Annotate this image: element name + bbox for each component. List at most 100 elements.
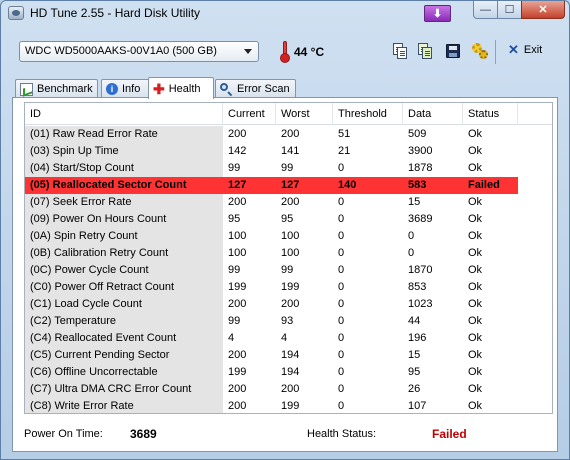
column-header-threshold[interactable]: Threshold <box>333 103 403 125</box>
table-row-failed[interactable]: (05) Reallocated Sector Count 127 127 140 58… <box>25 177 552 194</box>
tab-health[interactable]: ✚ Health <box>148 77 214 99</box>
cell-worst: 199 <box>281 400 300 412</box>
table-row[interactable]: (03) Spin Up Time 142 141 21 3900 Ok <box>25 143 552 160</box>
cell-status: Ok <box>468 230 483 242</box>
copy-screenshot-icon[interactable] <box>416 42 434 60</box>
exit-button[interactable]: ✕ Exit <box>508 42 542 57</box>
cell-id: (C4) Reallocated Event Count <box>25 330 223 347</box>
column-header-status[interactable]: Status <box>463 103 518 125</box>
cell-data: 3689 <box>408 213 433 225</box>
tab-label: Health <box>168 82 201 95</box>
cell-data: 107 <box>408 400 427 412</box>
cell-status: Ok <box>468 213 483 225</box>
cell-data: 1878 <box>408 162 433 174</box>
title-bar: HD Tune 2.55 - Hard Disk Utility ⬇ — ☐ ✕ <box>1 1 569 25</box>
copy-text-icon[interactable] <box>391 42 409 60</box>
cell-threshold: 0 <box>338 298 345 310</box>
column-header-id[interactable]: ID <box>25 103 223 125</box>
cell-id: (0B) Calibration Retry Count <box>25 245 223 262</box>
cell-id: (07) Seek Error Rate <box>25 194 223 211</box>
cell-worst: 200 <box>281 196 300 208</box>
table-row[interactable]: (C0) Power Off Retract Count 199 199 0 853 Ok <box>25 279 552 296</box>
cell-status: Ok <box>468 400 483 412</box>
tab-error-scan[interactable]: Error Scan <box>215 79 296 98</box>
cell-id: (03) Spin Up Time <box>25 143 223 160</box>
cell-current: 95 <box>228 213 241 225</box>
cell-data: 3900 <box>408 145 433 157</box>
cell-current: 199 <box>228 366 247 378</box>
column-header-current[interactable]: Current <box>223 103 276 125</box>
tab-label: Error Scan <box>237 83 290 95</box>
cell-id: (C2) Temperature <box>25 313 223 330</box>
options-gear-icon[interactable] <box>471 42 489 60</box>
cell-threshold: 21 <box>338 145 351 157</box>
tab-info[interactable]: i Info <box>101 79 154 98</box>
cell-threshold: 0 <box>338 230 345 242</box>
tab-benchmark[interactable]: Benchmark <box>15 79 98 98</box>
cell-threshold: 0 <box>338 400 345 412</box>
cell-status: Ok <box>468 264 483 276</box>
table-header: ID Current Worst Threshold Data Status <box>25 103 552 125</box>
table-row[interactable]: (0C) Power Cycle Count 99 99 0 1870 Ok <box>25 262 552 279</box>
column-header-worst[interactable]: Worst <box>276 103 333 125</box>
cell-status: Ok <box>468 162 483 174</box>
cell-current: 200 <box>228 383 247 395</box>
cell-worst: 127 <box>276 177 333 194</box>
table-row[interactable]: (0A) Spin Retry Count 100 100 0 0 Ok <box>25 228 552 245</box>
app-window: HD Tune 2.55 - Hard Disk Utility ⬇ — ☐ ✕… <box>0 0 570 460</box>
cell-data: 1023 <box>408 298 433 310</box>
temperature-readout: 44 °C <box>294 45 325 59</box>
table-row[interactable]: (C4) Reallocated Event Count 4 4 0 196 Ok <box>25 330 552 347</box>
cell-id: (0A) Spin Retry Count <box>25 228 223 245</box>
save-icon[interactable] <box>444 42 462 60</box>
table-row[interactable]: (C7) Ultra DMA CRC Error Count 200 200 0 26 O… <box>25 381 552 398</box>
cell-status: Ok <box>468 281 483 293</box>
cell-worst: 99 <box>281 264 294 276</box>
cell-threshold: 0 <box>338 281 345 293</box>
cell-threshold: 0 <box>338 264 345 276</box>
table-row[interactable]: (C8) Write Error Rate 200 199 0 107 Ok <box>25 398 552 413</box>
cell-status: Ok <box>468 298 483 310</box>
cell-data: 95 <box>408 366 421 378</box>
table-row[interactable]: (04) Start/Stop Count 99 99 0 1878 Ok <box>25 160 552 177</box>
table-row[interactable]: (0B) Calibration Retry Count 100 100 0 0 Ok <box>25 245 552 262</box>
close-button[interactable]: ✕ <box>521 1 565 19</box>
cell-threshold: 0 <box>338 332 345 344</box>
cell-threshold: 0 <box>338 247 345 259</box>
cell-id: (C5) Current Pending Sector <box>25 347 223 364</box>
cell-worst: 100 <box>281 230 300 242</box>
table-row[interactable]: (C6) Offline Uncorrectable 199 194 0 95 Ok <box>25 364 552 381</box>
cell-id: (04) Start/Stop Count <box>25 160 223 177</box>
cell-current: 200 <box>228 196 247 208</box>
smart-table[interactable]: ID Current Worst Threshold Data Status (… <box>24 102 553 414</box>
cell-status: Ok <box>468 332 483 344</box>
cell-status: Ok <box>468 349 483 361</box>
cell-id: (C7) Ultra DMA CRC Error Count <box>25 381 223 398</box>
minimize-button[interactable]: — <box>473 1 498 19</box>
cell-status: Ok <box>468 383 483 395</box>
download-button[interactable]: ⬇ <box>424 5 451 22</box>
table-row[interactable]: (09) Power On Hours Count 95 95 0 3689 Ok <box>25 211 552 228</box>
cell-current: 200 <box>228 298 247 310</box>
column-header-data[interactable]: Data <box>403 103 463 125</box>
table-row[interactable]: (C2) Temperature 99 93 0 44 Ok <box>25 313 552 330</box>
cell-worst: 200 <box>281 383 300 395</box>
window-title: HD Tune 2.55 - Hard Disk Utility <box>30 6 201 20</box>
cell-current: 199 <box>228 281 247 293</box>
table-row[interactable]: (01) Raw Read Error Rate 200 200 51 509 Ok <box>25 126 552 143</box>
cell-worst: 100 <box>281 247 300 259</box>
table-row[interactable]: (C1) Load Cycle Count 200 200 0 1023 Ok <box>25 296 552 313</box>
cell-threshold: 0 <box>338 162 345 174</box>
hdtune-app-icon <box>8 6 24 20</box>
cell-data: 0 <box>408 247 415 259</box>
exit-icon: ✕ <box>508 42 519 57</box>
table-row[interactable]: (C5) Current Pending Sector 200 194 0 15 Ok <box>25 347 552 364</box>
maximize-button[interactable]: ☐ <box>497 1 522 19</box>
cell-current: 100 <box>228 230 247 242</box>
drive-select[interactable]: WDC WD5000AAKS-00V1A0 (500 GB) <box>19 41 259 62</box>
cell-status: Ok <box>468 128 483 140</box>
table-row[interactable]: (07) Seek Error Rate 200 200 0 15 Ok <box>25 194 552 211</box>
cell-data: 15 <box>408 196 421 208</box>
cell-data: 1870 <box>408 264 433 276</box>
cell-id: (C8) Write Error Rate <box>25 398 223 413</box>
